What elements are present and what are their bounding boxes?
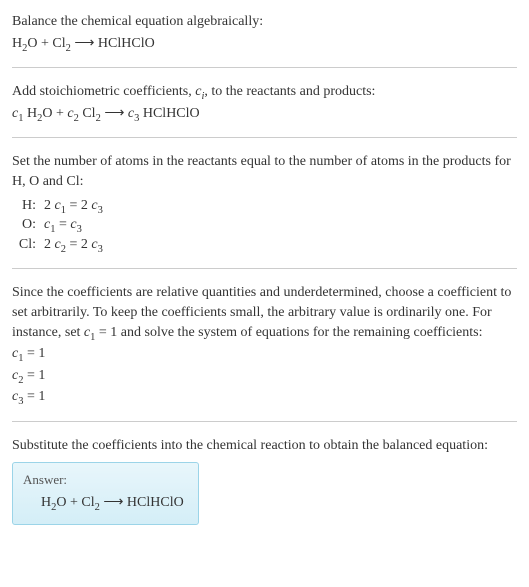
answer-box: Answer: H2O + Cl2 ⟶ HClHClO — [12, 462, 199, 526]
eq-arrow: ⟶ — [101, 106, 128, 121]
answer-label: Answer: — [23, 471, 184, 489]
balance-equations: H: 2 c1 = 2 c3 O: c1 = c3 Cl: 2 c2 = 2 c… — [12, 196, 103, 255]
balance-row: O: c1 = c3 — [12, 215, 103, 235]
eq-text: O + Cl — [27, 36, 65, 51]
element-label: Cl: — [12, 235, 44, 255]
coefficients-section: Add stoichiometric coefficients, ci, to … — [12, 82, 517, 123]
step-text: Set the number of atoms in the reactants… — [12, 152, 517, 191]
eq-arrow: ⟶ HClHClO — [71, 36, 155, 51]
solution-row: c1 = 1 — [12, 344, 517, 364]
balance-eq: 2 c2 = 2 c3 — [44, 235, 103, 255]
step-text: Add stoichiometric coefficients, ci, to … — [12, 82, 517, 102]
balance-eq: c1 = c3 — [44, 215, 103, 235]
solution-row: c2 = 1 — [12, 366, 517, 386]
balance-eq: 2 c1 = 2 c3 — [44, 196, 103, 216]
text: , to the reactants and products: — [204, 84, 375, 99]
eq-text: Cl — [79, 106, 96, 121]
solution-row: c3 = 1 — [12, 387, 517, 407]
step-text: Substitute the coefficients into the che… — [12, 436, 517, 456]
eq-arrow: ⟶ HClHClO — [100, 495, 184, 510]
coefficients-equation: c1 H2O + c2 Cl2 ⟶ c3 HClHClO — [12, 104, 517, 124]
text: Add stoichiometric coefficients, — [12, 84, 195, 99]
eq-text: O + — [42, 106, 67, 121]
divider — [12, 67, 517, 68]
eq-text: HClHClO — [139, 106, 199, 121]
balance-row: H: 2 c1 = 2 c3 — [12, 196, 103, 216]
divider — [12, 268, 517, 269]
intro-title: Balance the chemical equation algebraica… — [12, 12, 517, 32]
divider — [12, 421, 517, 422]
solve-section: Since the coefficients are relative quan… — [12, 283, 517, 407]
solution-list: c1 = 1 c2 = 1 c3 = 1 — [12, 344, 517, 407]
eq-text: H — [12, 36, 22, 51]
balance-row: Cl: 2 c2 = 2 c3 — [12, 235, 103, 255]
divider — [12, 137, 517, 138]
unbalanced-equation: H2O + Cl2 ⟶ HClHClO — [12, 34, 517, 54]
intro-section: Balance the chemical equation algebraica… — [12, 12, 517, 53]
eq-text: O + Cl — [56, 495, 94, 510]
atom-balance-section: Set the number of atoms in the reactants… — [12, 152, 517, 254]
element-label: H: — [12, 196, 44, 216]
substitute-section: Substitute the coefficients into the che… — [12, 436, 517, 525]
element-label: O: — [12, 215, 44, 235]
eq-text: H — [23, 106, 37, 121]
balanced-equation: H2O + Cl2 ⟶ HClHClO — [23, 493, 184, 513]
step-text: Since the coefficients are relative quan… — [12, 283, 517, 342]
eq-text: H — [41, 495, 51, 510]
text: = 1 and solve the system of equations fo… — [95, 325, 482, 340]
